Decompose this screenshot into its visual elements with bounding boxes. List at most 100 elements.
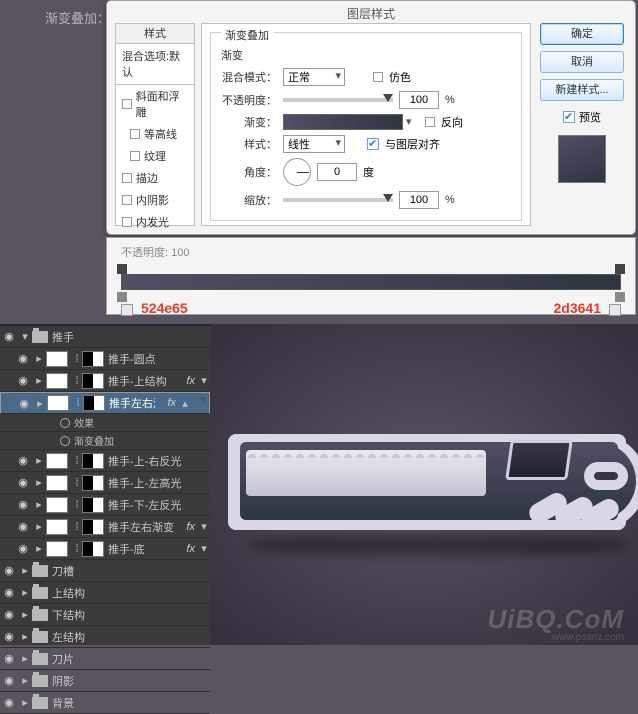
- style-contour[interactable]: 等高线: [116, 123, 194, 145]
- scale-input[interactable]: 100: [399, 191, 439, 209]
- dither-checkbox[interactable]: [373, 72, 383, 82]
- group-row[interactable]: ◉▸刀槽: [0, 560, 210, 582]
- style-select[interactable]: 线性: [283, 135, 345, 153]
- scale-slider[interactable]: [283, 198, 393, 202]
- checkbox-icon[interactable]: [122, 173, 132, 183]
- visibility-icon[interactable]: ◉: [0, 608, 18, 621]
- disclosure-icon[interactable]: ▸: [32, 352, 46, 365]
- fx-expand-icon[interactable]: ▾: [198, 542, 210, 555]
- disclosure-icon[interactable]: ▸: [32, 374, 46, 387]
- group-row[interactable]: ◉▸背景: [0, 692, 210, 714]
- visibility-icon[interactable]: ◉: [14, 542, 32, 555]
- angle-input[interactable]: 0: [317, 163, 357, 181]
- disclosure-icon[interactable]: ▸: [32, 542, 46, 555]
- visibility-icon[interactable]: ◉: [15, 397, 33, 410]
- layer-row[interactable]: ◉▸⁞推手-下-左反光: [0, 494, 210, 516]
- group-row[interactable]: ◉▸上结构: [0, 582, 210, 604]
- checkbox-icon[interactable]: [122, 99, 132, 109]
- fx-expand-icon[interactable]: ▾: [198, 520, 210, 533]
- folder-icon: [32, 675, 48, 687]
- ok-button[interactable]: 确定: [540, 23, 624, 45]
- group-row[interactable]: ◉▸下结构: [0, 604, 210, 626]
- preview-checkbox[interactable]: [563, 111, 575, 123]
- group-label: 推手: [52, 329, 210, 345]
- disclosure-icon[interactable]: ▸: [32, 454, 46, 467]
- visibility-icon[interactable]: ◉: [0, 674, 18, 687]
- visibility-icon[interactable]: ◉: [0, 652, 18, 665]
- align-checkbox[interactable]: [367, 138, 379, 150]
- opacity-input[interactable]: 100: [399, 91, 439, 109]
- checkbox-icon[interactable]: [130, 151, 140, 161]
- opacity-stop-left[interactable]: [117, 264, 127, 274]
- layer-row[interactable]: ◉▸⁞推手-上-左高光: [0, 472, 210, 494]
- layer-thumb: [46, 453, 68, 469]
- angle-dial[interactable]: [283, 158, 311, 186]
- style-label: 斜面和浮雕: [136, 88, 188, 120]
- visibility-icon[interactable]: ◉: [14, 352, 32, 365]
- align-label: 与图层对齐: [385, 136, 440, 152]
- disclosure-icon[interactable]: ▸: [18, 674, 32, 687]
- layer-row[interactable]: ◉▸⁞推手-上-右反光: [0, 450, 210, 472]
- opacity-slider[interactable]: [283, 98, 393, 102]
- checkbox-icon[interactable]: [122, 195, 132, 205]
- visibility-icon[interactable]: ◉: [0, 696, 18, 709]
- layer-row[interactable]: ◉▸⁞推手左右渐变-下fx▾: [0, 516, 210, 538]
- fx-expand-icon[interactable]: ▴: [179, 397, 191, 410]
- disclosure-icon[interactable]: ▸: [18, 696, 32, 709]
- visibility-icon[interactable]: ◉: [14, 498, 32, 511]
- blend-mode-select[interactable]: 正常: [283, 68, 345, 86]
- fx-effects[interactable]: 效果: [0, 414, 210, 432]
- new-style-button[interactable]: 新建样式...: [540, 79, 624, 101]
- style-bevel[interactable]: 斜面和浮雕: [116, 85, 194, 123]
- checkbox-icon[interactable]: [122, 217, 132, 227]
- checkbox-icon[interactable]: [130, 129, 140, 139]
- disclosure-icon[interactable]: ▸: [32, 476, 46, 489]
- fx-badge: fx: [174, 521, 198, 533]
- reverse-checkbox[interactable]: [425, 117, 435, 127]
- disclosure-icon[interactable]: ▸: [18, 586, 32, 599]
- visibility-icon[interactable]: ◉: [14, 454, 32, 467]
- blend-options-default[interactable]: 混合选项:默认: [116, 44, 194, 85]
- style-inner-glow[interactable]: 内发光: [116, 211, 194, 233]
- group-row[interactable]: ◉ ▾ 推手: [0, 326, 210, 348]
- layer-row[interactable]: ◉▸⁞推手-圆点: [0, 348, 210, 370]
- mask-thumb: [82, 497, 104, 513]
- disclosure-icon[interactable]: ▸: [18, 652, 32, 665]
- visibility-icon[interactable]: ◉: [0, 630, 18, 643]
- group-label: 阴影: [52, 673, 210, 689]
- disclosure-icon[interactable]: ▸: [18, 608, 32, 621]
- style-label: 描边: [136, 170, 158, 186]
- cancel-button[interactable]: 取消: [540, 51, 624, 73]
- style-label: 样式：: [221, 136, 277, 152]
- style-stroke[interactable]: 描边: [116, 167, 194, 189]
- color-stop-right[interactable]: [615, 292, 625, 302]
- mask-thumb: [82, 453, 104, 469]
- style-label: 纹理: [144, 148, 166, 164]
- disclosure-icon[interactable]: ▾: [18, 330, 32, 343]
- style-texture[interactable]: 纹理: [116, 145, 194, 167]
- layer-row[interactable]: ◉▸⁞推手-上结构fx▾: [0, 370, 210, 392]
- disclosure-icon[interactable]: ▸: [32, 520, 46, 533]
- layer-row[interactable]: ◉▸⁞推手-底fx▾: [0, 538, 210, 560]
- color-stop-left[interactable]: [117, 292, 127, 302]
- fx-expand-icon[interactable]: ▾: [198, 374, 210, 387]
- visibility-icon[interactable]: ◉: [0, 586, 18, 599]
- group-row[interactable]: ◉▸刀片: [0, 648, 210, 670]
- style-inner-shadow[interactable]: 内阴影: [116, 189, 194, 211]
- visibility-icon[interactable]: ◉: [14, 476, 32, 489]
- blend-mode-label: 混合模式：: [221, 69, 277, 85]
- visibility-icon[interactable]: ◉: [14, 520, 32, 533]
- disclosure-icon[interactable]: ▸: [33, 397, 47, 410]
- layer-row[interactable]: ◉▸⁞推手左右渐变-上fx▴: [0, 392, 210, 414]
- gradient-bar[interactable]: [121, 274, 621, 290]
- visibility-icon[interactable]: ◉: [14, 374, 32, 387]
- visibility-icon[interactable]: ◉: [0, 564, 18, 577]
- visibility-icon[interactable]: ◉: [0, 330, 18, 343]
- disclosure-icon[interactable]: ▸: [18, 630, 32, 643]
- gradient-swatch[interactable]: [283, 114, 403, 130]
- opacity-stop-right[interactable]: [615, 264, 625, 274]
- fx-gradient-overlay[interactable]: 渐变叠加: [0, 432, 210, 450]
- disclosure-icon[interactable]: ▸: [32, 498, 46, 511]
- disclosure-icon[interactable]: ▸: [18, 564, 32, 577]
- group-row[interactable]: ◉▸ 阴影: [0, 670, 210, 692]
